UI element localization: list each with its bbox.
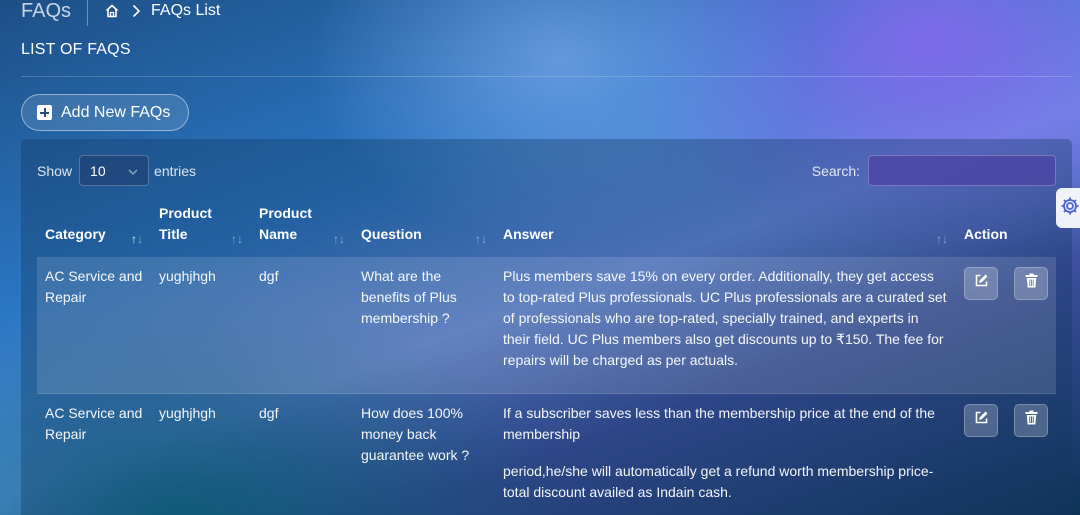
cell-action [956, 393, 1056, 515]
plus-square-icon [37, 105, 52, 120]
chevron-down-icon [128, 163, 138, 179]
delete-button[interactable] [1014, 404, 1048, 437]
topbar: FAQs FAQs List [21, 0, 220, 26]
edit-button[interactable] [964, 404, 998, 437]
entries-control: Show 10 entries [37, 155, 196, 186]
cell-question: What are the benefits of Plus membership… [353, 257, 495, 394]
add-new-faq-button[interactable]: Add New FAQs [21, 94, 189, 131]
home-icon[interactable] [104, 3, 120, 19]
show-label: Show [37, 162, 73, 179]
table-row: AC Service and Repair yughjhgh dgf How d… [37, 393, 1056, 515]
table-row: AC Service and Repair yughjhgh dgf What … [37, 257, 1056, 394]
cell-category: AC Service and Repair [37, 257, 151, 394]
column-header-product-title[interactable]: Product Title ↑ ↓ [151, 197, 251, 257]
page-title: FAQs [21, 0, 72, 22]
answer-text: If a subscriber saves less than the memb… [503, 405, 935, 442]
cell-product-name: dgf [251, 393, 353, 515]
gear-icon [1060, 196, 1080, 221]
header-divider [87, 0, 89, 26]
column-header-category[interactable]: Category ↑ ↓ [37, 197, 151, 257]
faq-table: Category ↑ ↓ Product Title ↑ ↓ Product Nam… [37, 197, 1056, 515]
trash-icon [1025, 273, 1038, 294]
edit-icon [974, 273, 989, 294]
sort-arrows-icon: ↑ ↓ [475, 232, 487, 246]
search-control: Search: [812, 155, 1056, 186]
entries-value: 10 [90, 162, 106, 179]
delete-button[interactable] [1014, 267, 1048, 300]
table-header-row: Category ↑ ↓ Product Title ↑ ↓ Product Nam… [37, 197, 1056, 257]
cell-question: How does 100% money back guarantee work … [353, 393, 495, 515]
answer-text: Plus members save 15% on every order. Ad… [503, 268, 947, 368]
column-header-action: Action [964, 226, 1008, 242]
cell-product-title: yughjhgh [151, 393, 251, 515]
breadcrumb: FAQs List [104, 2, 220, 20]
sort-arrows-icon: ↑ ↓ [231, 232, 243, 246]
edit-icon [974, 410, 989, 431]
edit-button[interactable] [964, 267, 998, 300]
sort-arrows-icon: ↑ ↓ [333, 232, 345, 246]
column-header-product-name[interactable]: Product Name ↑ ↓ [251, 197, 353, 257]
entries-label: entries [154, 162, 197, 179]
trash-icon [1025, 410, 1038, 431]
divider [21, 76, 1072, 77]
search-input[interactable] [868, 155, 1056, 186]
cell-product-title: yughjhgh [151, 257, 251, 394]
cell-product-name: dgf [251, 257, 353, 394]
faq-table-card: Show 10 entries Search: Category ↑ ↓ Prod… [21, 139, 1072, 515]
section-title: LIST OF FAQS [21, 41, 131, 58]
search-label: Search: [811, 162, 860, 179]
sort-arrows-icon: ↑ ↓ [936, 232, 948, 246]
column-header-answer[interactable]: Answer ↑ ↓ [495, 197, 956, 257]
cell-category: AC Service and Repair [37, 393, 151, 515]
sort-arrows-icon: ↑ ↓ [131, 232, 143, 246]
cell-answer: If a subscriber saves less than the memb… [495, 393, 956, 515]
settings-tab[interactable] [1056, 188, 1080, 228]
cell-answer: Plus members save 15% on every order. Ad… [495, 257, 956, 394]
column-header-question[interactable]: Question ↑ ↓ [353, 197, 495, 257]
cell-action [956, 257, 1056, 394]
add-new-faq-label: Add New FAQs [61, 103, 171, 121]
chevron-right-icon [132, 4, 141, 18]
answer-text: period,he/she will automatically get a r… [503, 463, 934, 500]
breadcrumb-current: FAQs List [151, 2, 221, 19]
entries-select[interactable]: 10 [79, 155, 150, 186]
